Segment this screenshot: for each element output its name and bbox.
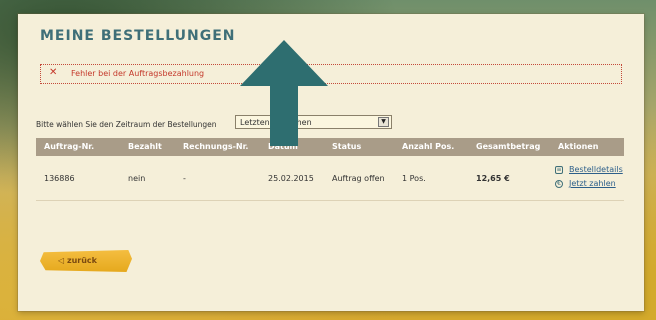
error-message-text: Fehler bei der Auftragsbezahlung [71, 69, 205, 78]
arrow-overlay [240, 40, 328, 146]
back-button-label: ◁ zurück [58, 256, 97, 265]
cell-status: Auftrag offen [332, 174, 385, 183]
column-header-actions: Aktionen [558, 142, 599, 151]
cell-paid: nein [128, 174, 146, 183]
orders-table-header: Auftrag-Nr. Bezahlt Rechnungs-Nr. Datum … [36, 138, 624, 156]
pay-icon: € [555, 180, 563, 188]
cell-date: 25.02.2015 [268, 174, 314, 183]
order-details-link[interactable]: Bestelldetails [569, 165, 623, 174]
pay-now-link[interactable]: Jetzt zahlen [569, 179, 616, 188]
cell-invoice-no: - [183, 174, 186, 183]
cell-total: 12,65 € [476, 174, 510, 183]
orders-panel: MEINE BESTELLUNGEN ✕ Fehler bei der Auft… [18, 14, 644, 311]
cell-order-no: 136886 [44, 174, 75, 183]
details-icon: ≡ [555, 166, 563, 174]
column-header-total: Gesamtbetrag [476, 142, 541, 151]
column-header-status: Status [332, 142, 362, 151]
error-message-box: ✕ Fehler bei der Auftragsbezahlung [40, 64, 622, 84]
table-row: 136886 nein - 25.02.2015 Auftrag offen 1… [36, 160, 624, 201]
arrow-shape [240, 40, 328, 146]
column-header-paid: Bezahlt [128, 142, 162, 151]
chevron-down-icon[interactable]: ▼ [378, 117, 389, 127]
column-header-positions: Anzahl Pos. [402, 142, 455, 151]
column-header-order-no: Auftrag-Nr. [44, 142, 95, 151]
period-label: Bitte wählen Sie den Zeitraum der Bestel… [36, 120, 217, 129]
back-button-text: zurück [66, 256, 97, 265]
cell-positions: 1 Pos. [402, 174, 426, 183]
back-button[interactable]: ◁ zurück [40, 250, 132, 272]
close-icon: ✕ [49, 67, 58, 78]
page-title: MEINE BESTELLUNGEN [40, 28, 236, 44]
